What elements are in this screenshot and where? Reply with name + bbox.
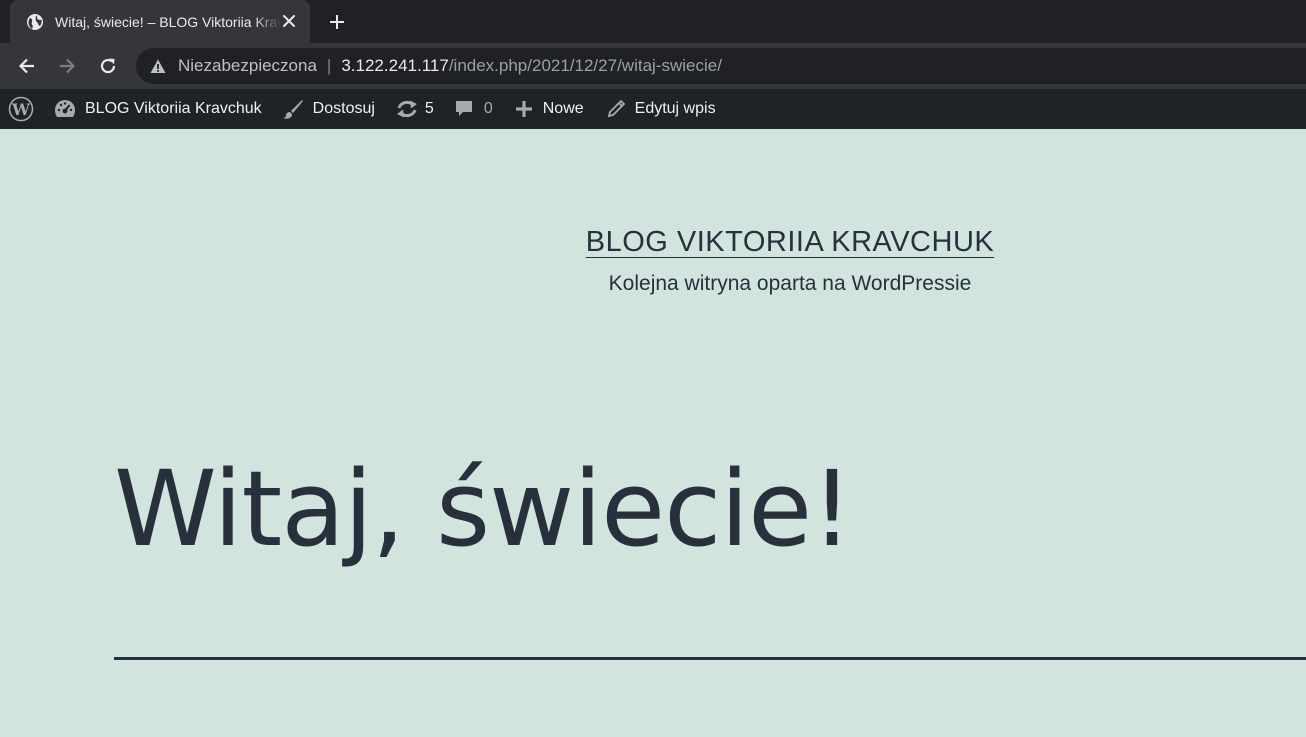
svg-text:W: W <box>11 100 31 119</box>
comments-link[interactable]: 0 <box>454 89 493 129</box>
comment-icon <box>454 99 474 119</box>
close-icon[interactable] <box>280 12 298 30</box>
security-label[interactable]: Niezabezpieczona <box>178 56 317 76</box>
new-tab-button[interactable] <box>326 11 348 33</box>
site-name-label: BLOG Viktoriia Kravchuk <box>85 100 262 117</box>
customize-label: Dostosuj <box>312 100 375 117</box>
updates-count: 5 <box>424 100 434 117</box>
post-title: Witaj, świecie! <box>114 448 853 570</box>
omnibox-divider: | <box>326 56 332 75</box>
warning-icon[interactable] <box>150 58 166 74</box>
site-description: Kolejna witryna oparta na WordPressie <box>608 272 972 295</box>
reload-icon <box>100 58 116 74</box>
url-path: /index.php/2021/12/27/witaj-swiecie/ <box>448 56 722 75</box>
site-title-link[interactable]: BLOG VIKTORIIA KRAVCHUK <box>586 226 994 258</box>
arrow-right-icon <box>60 58 76 74</box>
globe-icon <box>26 13 44 31</box>
new-content-menu[interactable]: Nowe <box>515 89 584 129</box>
comments-count: 0 <box>483 100 493 117</box>
updates-link[interactable]: 5 <box>395 89 434 129</box>
dashboard-icon <box>54 99 76 119</box>
wordpress-logo-icon: W <box>8 96 34 122</box>
brush-icon <box>282 98 304 120</box>
arrow-left-icon <box>18 58 34 74</box>
edit-post-label: Edytuj wpis <box>634 100 716 117</box>
title-separator <box>114 657 1306 660</box>
plus-icon <box>515 100 533 118</box>
plus-icon <box>330 15 344 29</box>
site-name-menu[interactable]: BLOG Viktoriia Kravchuk <box>54 89 262 129</box>
site-title: BLOG VIKTORIIA KRAVCHUK <box>0 226 1306 259</box>
wp-admin-bar: W BLOG Viktoriia Kravchuk Dostosuj 5 0 N… <box>0 89 1306 129</box>
new-label: Nowe <box>542 100 584 117</box>
reload-button[interactable] <box>96 54 120 78</box>
updates-icon <box>395 99 419 119</box>
url-host: 3.122.241.117 <box>341 56 449 75</box>
wp-logo-menu[interactable]: W <box>8 89 34 129</box>
pencil-icon <box>606 99 626 119</box>
back-button[interactable] <box>15 54 39 78</box>
edit-post-link[interactable]: Edytuj wpis <box>606 89 716 129</box>
browser-tab[interactable]: Witaj, świecie! – BLOG Viktoriia Kravchu… <box>10 0 310 43</box>
tab-title: Witaj, świecie! – BLOG Viktoriia Kravchu… <box>55 13 281 30</box>
browser-tab-strip: Witaj, świecie! – BLOG Viktoriia Kravchu… <box>0 0 1306 43</box>
customize-link[interactable]: Dostosuj <box>282 89 375 129</box>
address-bar[interactable]: Niezabezpieczona | 3.122.241.117/index.p… <box>136 48 1306 84</box>
forward-button[interactable] <box>55 54 79 78</box>
